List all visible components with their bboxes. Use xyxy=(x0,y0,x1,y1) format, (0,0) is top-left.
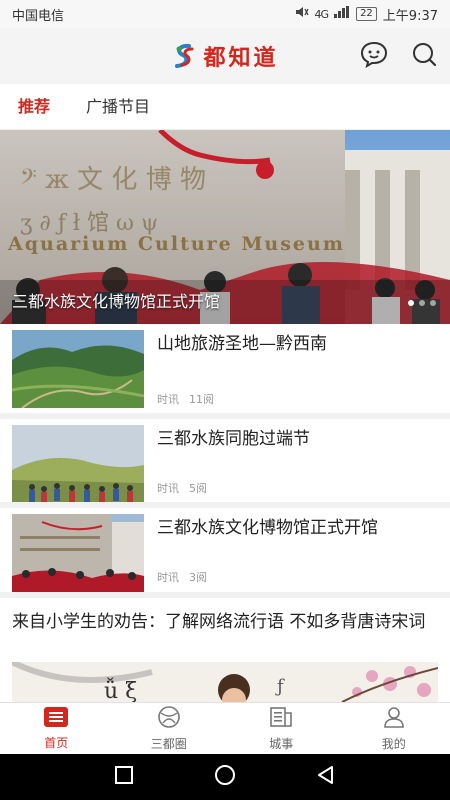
search-icon xyxy=(411,41,437,71)
news-title: 三都水族同胞过端节 xyxy=(157,429,310,449)
tab-label: 我的 xyxy=(381,737,406,751)
list-item[interactable]: 山地旅游圣地—黔西南 时讯 11阅 xyxy=(0,324,450,413)
carrier-label: 中国电信 xyxy=(12,8,65,24)
carousel-indicator xyxy=(408,300,436,306)
news-title: 三都水族文化博物馆正式开馆 xyxy=(157,518,378,538)
back-icon[interactable] xyxy=(316,765,336,789)
tab-sandu-circle[interactable]: 三都圈 xyxy=(113,703,226,754)
list-item[interactable]: 三都水族同胞过端节 时讯 5阅 xyxy=(0,413,450,503)
news-thumbnail xyxy=(12,330,144,408)
banner-caption: 三都水族文化博物馆正式开馆 xyxy=(12,292,221,311)
news-category: 时讯 xyxy=(157,393,179,406)
search-button[interactable] xyxy=(408,40,440,72)
recent-apps-icon[interactable] xyxy=(114,765,134,789)
tab-recommend[interactable]: 推荐 xyxy=(18,84,50,130)
tab-label: 城事 xyxy=(269,737,294,751)
news-category: 时讯 xyxy=(157,482,179,495)
carousel-dot xyxy=(430,300,436,306)
network-type: 4G xyxy=(314,7,329,21)
news-reads: 3阅 xyxy=(189,571,207,584)
tab-home[interactable]: 首页 xyxy=(0,703,113,754)
carousel-dot xyxy=(408,300,414,306)
news-list: 山地旅游圣地—黔西南 时讯 11阅 三都水族同胞过端节 时讯 5阅 三都水族文化… xyxy=(0,324,450,592)
circle-compass-icon xyxy=(156,705,182,733)
tab-profile[interactable]: 我的 xyxy=(338,703,450,754)
battery-icon: 22 xyxy=(356,7,377,21)
brand: 都知道 xyxy=(171,40,278,72)
bottom-tab-bar: 首页 三都圈 城事 我的 xyxy=(0,702,450,754)
svg-text:𝄢 ж 文 化 博 物: 𝄢 ж 文 化 博 物 xyxy=(20,165,206,195)
brand-logo-icon xyxy=(171,43,197,69)
tab-label: 三都圈 xyxy=(150,737,187,751)
news-thumbnail xyxy=(12,425,144,503)
news-category: 时讯 xyxy=(157,571,179,584)
news-title: 山地旅游圣地—黔西南 xyxy=(157,334,327,354)
article-title: 来自小学生的劝告：了解网络流行语 不如多背唐诗宋词 xyxy=(12,612,426,632)
profile-icon xyxy=(381,705,407,733)
banner-sign-text: Aquarium Culture Museum xyxy=(7,233,345,255)
signal-icon xyxy=(334,6,350,22)
list-item[interactable]: 三都水族文化博物馆正式开馆 时讯 3阅 xyxy=(0,502,450,592)
chat-button[interactable] xyxy=(358,40,390,72)
news-thumbnail xyxy=(12,514,144,592)
clock: 上午9:37 xyxy=(382,8,438,24)
category-tabs: 推荐 广播节目 xyxy=(0,84,450,130)
mute-icon xyxy=(295,6,309,22)
carousel-dot xyxy=(419,300,425,306)
home-list-icon xyxy=(43,706,69,732)
status-icons: 4G 22 上午9:37 xyxy=(295,5,438,24)
svg-text:ƒ: ƒ xyxy=(275,676,285,697)
system-nav-bar xyxy=(0,754,450,800)
article-card[interactable]: 来自小学生的劝告：了解网络流行语 不如多背唐诗宋词 ǚ ξ ƒ xyxy=(0,592,450,708)
status-bar: 中国电信 4G 22 上午9:37 xyxy=(0,0,450,28)
home-icon[interactable] xyxy=(214,764,236,790)
app-title: 都知道 xyxy=(203,45,279,71)
news-reads: 11阅 xyxy=(189,393,214,406)
app-header: 都知道 xyxy=(0,28,450,84)
svg-text:ǚ ξ: ǚ ξ xyxy=(104,677,137,704)
chat-bubble-icon xyxy=(359,40,389,72)
tab-city-news[interactable]: 城事 xyxy=(225,703,338,754)
tab-label: 首页 xyxy=(44,736,69,750)
city-news-icon xyxy=(268,705,294,733)
tab-broadcast[interactable]: 广播节目 xyxy=(86,84,150,130)
banner-carousel[interactable]: 𝄢 ж 文 化 博 物 ʒ ∂ ƒ ł 馆 ω ψ Aquarium Cultu… xyxy=(0,130,450,324)
news-reads: 5阅 xyxy=(189,482,207,495)
